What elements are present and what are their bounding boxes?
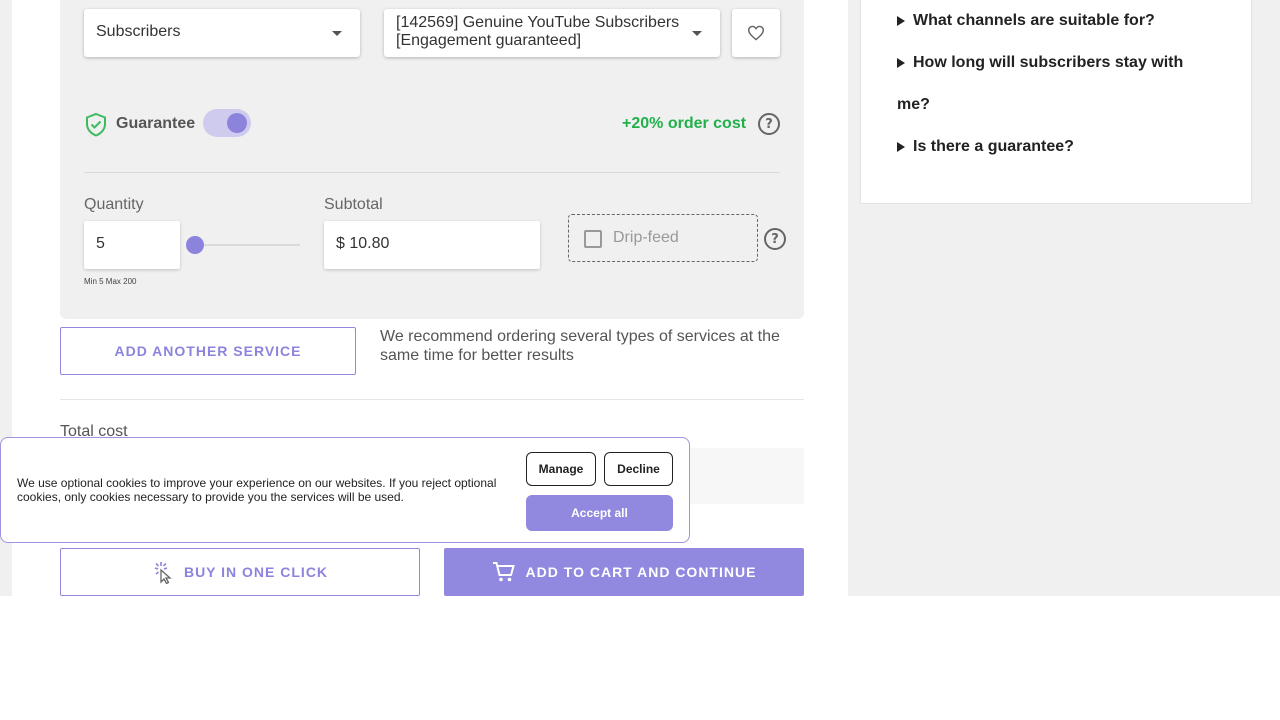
- question-icon[interactable]: ?: [758, 113, 780, 135]
- divider: [60, 399, 804, 400]
- heart-icon: [747, 25, 765, 41]
- cookie-text: We use optional cookies to improve your …: [17, 476, 497, 504]
- subtotal-label: Subtotal: [324, 196, 383, 213]
- quantity-input[interactable]: 5: [84, 221, 180, 269]
- shield-check-icon: [86, 112, 106, 137]
- order-panel: Subscribers [142569] Genuine YouTube Sub…: [60, 0, 804, 319]
- service-select[interactable]: [142569] Genuine YouTube Subscribers [En…: [384, 9, 720, 57]
- decline-cookies-label: Decline: [617, 462, 660, 476]
- faq-item[interactable]: Is there a guarantee?: [897, 126, 1217, 168]
- buy-in-one-click-label: BUY IN ONE CLICK: [183, 564, 329, 580]
- click-cursor-icon: [154, 562, 172, 584]
- guarantee-extra-cost: +20% order cost: [622, 115, 747, 132]
- drip-feed-label: Drip-feed: [613, 229, 679, 246]
- page: Subscribers [142569] Genuine YouTube Sub…: [0, 0, 1280, 596]
- service-select-value: [142569] Genuine YouTube Subscribers [En…: [396, 14, 680, 49]
- favorite-button[interactable]: [732, 9, 780, 57]
- add-to-cart-label: ADD TO CART AND CONTINUE: [525, 564, 757, 580]
- add-another-service-label: ADD ANOTHER SERVICE: [114, 343, 302, 359]
- add-another-service-button[interactable]: ADD ANOTHER SERVICE: [60, 327, 356, 375]
- decline-cookies-button[interactable]: Decline: [604, 452, 673, 486]
- faq-question: How long will subscribers stay with me?: [897, 54, 1184, 113]
- toggle-knob: [227, 113, 247, 133]
- divider: [84, 172, 780, 173]
- drip-feed-option[interactable]: Drip-feed: [568, 214, 758, 262]
- expand-triangle-icon: [897, 141, 905, 152]
- cart-icon: [492, 562, 515, 582]
- faq-panel: What channels are suitable for? How long…: [860, 0, 1252, 204]
- question-icon[interactable]: ?: [764, 228, 786, 250]
- caret-down-icon: [692, 31, 702, 36]
- recommendation-text: We recommend ordering several types of s…: [380, 328, 780, 364]
- accept-all-cookies-button[interactable]: Accept all: [526, 495, 673, 531]
- quantity-slider-track[interactable]: [196, 244, 300, 246]
- faq-item[interactable]: What channels are suitable for?: [897, 0, 1217, 42]
- buy-in-one-click-button[interactable]: BUY IN ONE CLICK: [60, 548, 420, 596]
- type-select-value: Subscribers: [96, 23, 181, 40]
- quantity-minmax: Min 5 Max 200: [84, 277, 137, 286]
- expand-triangle-icon: [897, 15, 905, 26]
- expand-triangle-icon: [897, 57, 905, 68]
- drip-feed-checkbox[interactable]: [584, 230, 602, 248]
- guarantee-toggle[interactable]: [203, 109, 251, 137]
- faq-question: Is there a guarantee?: [913, 138, 1074, 155]
- type-select[interactable]: Subscribers: [84, 9, 360, 57]
- guarantee-label: Guarantee: [116, 115, 196, 132]
- accept-all-label: Accept all: [571, 506, 628, 520]
- quantity-label: Quantity: [84, 196, 144, 213]
- manage-cookies-button[interactable]: Manage: [526, 452, 596, 486]
- subtotal-value: $ 10.80: [336, 235, 390, 252]
- cookie-banner: We use optional cookies to improve your …: [0, 437, 690, 543]
- add-to-cart-button[interactable]: ADD TO CART AND CONTINUE: [444, 548, 804, 596]
- quantity-slider-thumb[interactable]: [186, 236, 204, 254]
- subtotal-field[interactable]: $ 10.80: [324, 221, 540, 269]
- faq-item[interactable]: How long will subscribers stay with me?: [897, 42, 1217, 126]
- guarantee-row: Guarantee +20% order cost ?: [84, 108, 784, 140]
- faq-question: What channels are suitable for?: [913, 12, 1155, 29]
- manage-cookies-label: Manage: [538, 462, 584, 476]
- caret-down-icon: [332, 31, 342, 36]
- quantity-value: 5: [96, 235, 105, 252]
